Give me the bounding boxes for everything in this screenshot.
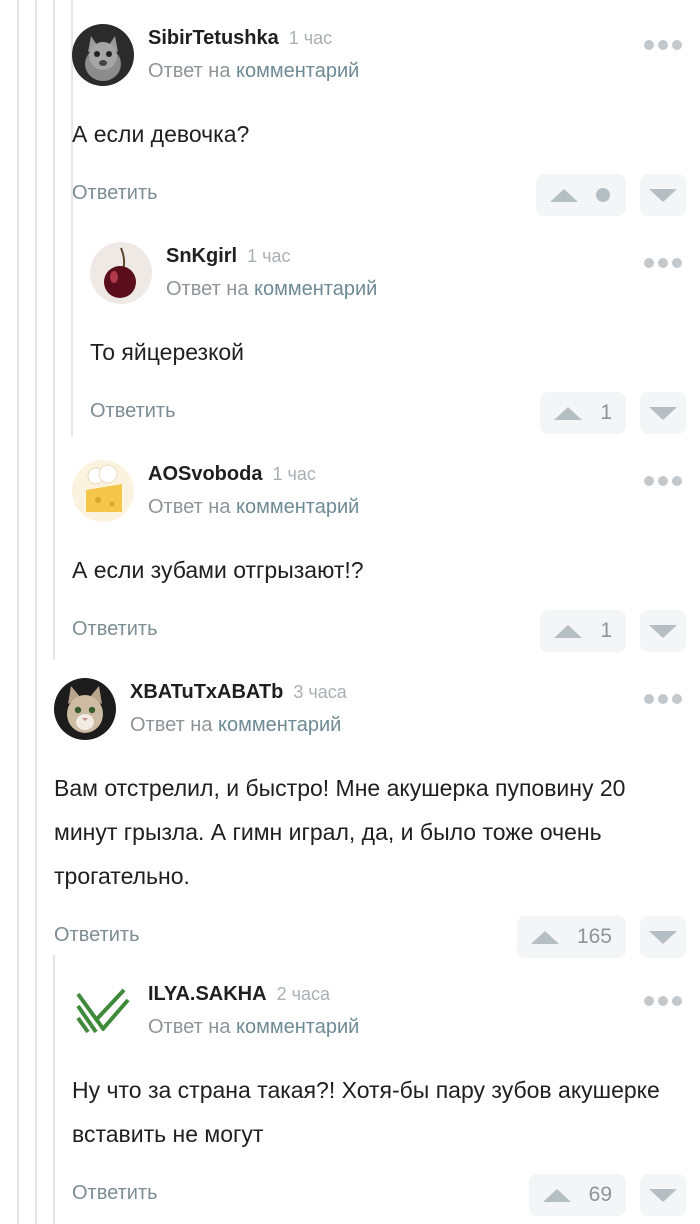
avatar[interactable] bbox=[72, 460, 134, 522]
reply-to-link[interactable]: комментарий bbox=[236, 60, 359, 82]
comment-time: 3 часа bbox=[293, 682, 347, 702]
more-options-button[interactable] bbox=[640, 992, 686, 1010]
thread-line bbox=[53, 0, 55, 660]
downvote-icon bbox=[649, 930, 677, 944]
cherry-avatar-icon bbox=[90, 242, 152, 304]
author-name[interactable]: SnKgirl bbox=[166, 245, 237, 268]
avatar[interactable] bbox=[90, 242, 152, 304]
rating-box: 1 bbox=[540, 392, 626, 434]
more-options-button[interactable] bbox=[640, 254, 686, 272]
downvote-button[interactable] bbox=[640, 174, 686, 216]
reply-to-link[interactable]: комментарий bbox=[218, 714, 341, 736]
comment: XBATuTxABATb 3 часа Ответ на комментарий… bbox=[54, 678, 686, 960]
cat-kitten-avatar-icon bbox=[72, 24, 134, 86]
rating-box: 69 bbox=[528, 1174, 626, 1216]
comment: AOSvoboda 1 час Ответ на комментарий А е… bbox=[72, 460, 686, 654]
reply-to: Ответ на комментарий bbox=[148, 60, 626, 83]
comment-text: То яйцерезкой bbox=[90, 339, 245, 365]
downvote-icon bbox=[649, 406, 677, 420]
comment-text: А если девочка? bbox=[72, 121, 250, 147]
rating-box: 1 bbox=[540, 610, 626, 652]
reply-to-prefix: Ответ на bbox=[148, 496, 231, 518]
author-name[interactable]: XBATuTxABATb bbox=[130, 681, 283, 704]
reply-to: Ответ на комментарий bbox=[148, 496, 626, 519]
reply-to-prefix: Ответ на bbox=[148, 1016, 231, 1038]
rating-score: 1 bbox=[600, 401, 612, 424]
downvote-button[interactable] bbox=[640, 392, 686, 434]
upvote-icon[interactable] bbox=[550, 188, 578, 202]
comment-time: 1 час bbox=[247, 246, 291, 266]
upvote-icon[interactable] bbox=[554, 406, 582, 420]
reply-to-link[interactable]: комментарий bbox=[254, 278, 377, 300]
reply-to-prefix: Ответ на bbox=[166, 278, 249, 300]
reply-button[interactable]: Ответить bbox=[90, 400, 176, 423]
rating-score: 69 bbox=[588, 1183, 612, 1206]
comment-text: Вам отстрелил, и быстро! Мне акушерка пу… bbox=[54, 775, 626, 889]
downvote-button[interactable] bbox=[640, 1174, 686, 1216]
rating-hidden-dot-icon bbox=[596, 188, 610, 202]
comment-time: 2 часа bbox=[276, 984, 330, 1004]
author-name[interactable]: SibirTetushka bbox=[148, 27, 279, 50]
more-options-button[interactable] bbox=[640, 36, 686, 54]
reply-to-link[interactable]: комментарий bbox=[236, 496, 359, 518]
downvote-button[interactable] bbox=[640, 610, 686, 652]
upvote-icon[interactable] bbox=[530, 930, 559, 944]
author-name[interactable]: ILYA.SAKHA bbox=[148, 983, 267, 1006]
comment-time: 1 час bbox=[272, 464, 316, 484]
reply-to: Ответ на комментарий bbox=[148, 1016, 626, 1039]
comment-text: Ну что за страна такая?! Хотя-бы пару зу… bbox=[72, 1077, 660, 1147]
reply-to: Ответ на комментарий bbox=[166, 278, 626, 301]
comment-time: 1 час bbox=[288, 28, 333, 48]
reply-button[interactable]: Ответить bbox=[72, 1182, 158, 1205]
comment: SnKgirl 1 час Ответ на комментарий То яй… bbox=[90, 242, 686, 436]
reply-to-prefix: Ответ на bbox=[148, 60, 231, 82]
avatar[interactable] bbox=[72, 980, 134, 1042]
reply-button[interactable]: Ответить bbox=[54, 924, 140, 947]
cat-face-avatar-icon bbox=[54, 678, 116, 740]
reply-to: Ответ на комментарий bbox=[130, 714, 626, 737]
author-name[interactable]: AOSvoboda bbox=[148, 463, 262, 486]
rating-box bbox=[536, 174, 626, 216]
green-stripes-avatar-icon bbox=[72, 980, 134, 1042]
thread-line bbox=[53, 955, 55, 1224]
avatar[interactable] bbox=[72, 24, 134, 86]
upvote-icon[interactable] bbox=[542, 1188, 571, 1202]
rating-box: 165 bbox=[516, 916, 626, 958]
comment: SibirTetushka 1 час Ответ на комментарий… bbox=[72, 24, 686, 218]
cheese-chef-avatar-icon bbox=[72, 460, 134, 522]
downvote-icon bbox=[649, 188, 677, 202]
thread-line bbox=[35, 0, 37, 1224]
rating-score: 165 bbox=[576, 925, 612, 948]
reply-button[interactable]: Ответить bbox=[72, 618, 158, 641]
downvote-button[interactable] bbox=[640, 916, 686, 958]
avatar[interactable] bbox=[54, 678, 116, 740]
reply-to-prefix: Ответ на bbox=[130, 714, 213, 736]
comment-text: А если зубами отгрызают!? bbox=[72, 557, 364, 583]
comment: ILYA.SAKHA 2 часа Ответ на комментарий Н… bbox=[72, 980, 686, 1218]
thread-line bbox=[17, 0, 19, 1224]
more-options-button[interactable] bbox=[640, 690, 686, 708]
upvote-icon[interactable] bbox=[554, 624, 582, 638]
reply-to-link[interactable]: комментарий bbox=[236, 1016, 359, 1038]
downvote-icon bbox=[649, 1188, 677, 1202]
more-options-button[interactable] bbox=[640, 472, 686, 490]
reply-button[interactable]: Ответить bbox=[72, 182, 158, 205]
downvote-icon bbox=[649, 624, 677, 638]
rating-score: 1 bbox=[600, 619, 612, 642]
